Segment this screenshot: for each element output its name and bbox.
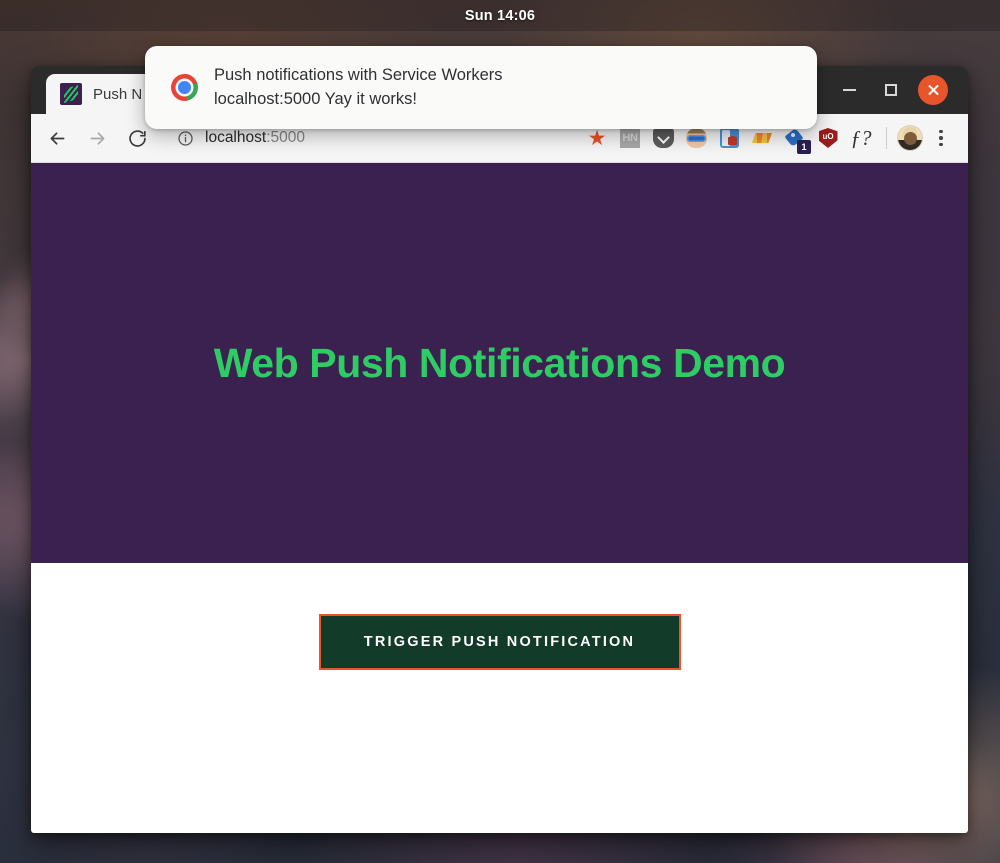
site-info-icon[interactable] (177, 130, 194, 147)
profile-avatar[interactable] (897, 125, 923, 151)
url-text: localhost:5000 (205, 129, 305, 147)
page-title: Web Push Notifications Demo (213, 339, 786, 386)
notification-body: localhost:5000 Yay it works! (214, 90, 417, 108)
ublock-glyph: uO (818, 128, 838, 148)
url-host: localhost (205, 129, 267, 146)
trigger-push-notification-button[interactable]: TRIGGER PUSH NOTIFICATION (318, 614, 681, 670)
three-dot-menu-icon[interactable] (926, 123, 956, 153)
system-clock[interactable]: Sun 14:06 (465, 8, 535, 24)
star-glyph: ★ (587, 126, 607, 150)
window-controls (830, 66, 968, 114)
forward-button[interactable] (77, 118, 117, 158)
hn-glyph: HN (620, 128, 640, 148)
hero-section: Web Push Notifications Demo (31, 163, 968, 563)
system-top-panel: Sun 14:06 (0, 0, 1000, 31)
tab-title: Push N (93, 85, 143, 103)
toolbar-separator (886, 127, 887, 149)
page-body: TRIGGER PUSH NOTIFICATION (31, 563, 968, 670)
url-port: :5000 (266, 129, 305, 146)
pocket-shield-glyph (652, 128, 674, 148)
fq-glyph: ƒ? (850, 125, 872, 150)
notification-title: Push notifications with Service Workers (214, 65, 503, 84)
browser-window: Push N localhost:5000 ★ HN 1 uO ƒ? Web P… (31, 66, 968, 833)
close-icon[interactable] (918, 75, 948, 105)
chrome-logo-icon (171, 74, 198, 101)
back-button[interactable] (37, 118, 77, 158)
ublock-origin-icon[interactable]: uO (813, 123, 843, 153)
goggles-glyph (685, 128, 707, 148)
function-question-icon[interactable]: ƒ? (846, 123, 876, 153)
notification-text: Push notifications with Service Workers … (214, 65, 503, 111)
desktop-notification[interactable]: Push notifications with Service Workers … (145, 46, 817, 129)
tab-favicon-icon (60, 83, 82, 105)
lockdoc-glyph (719, 128, 739, 148)
page-content: Web Push Notifications Demo TRIGGER PUSH… (31, 163, 968, 833)
minimize-button[interactable] (830, 71, 868, 109)
maximize-button[interactable] (872, 71, 910, 109)
triangle-glyph (752, 133, 772, 143)
tag-badge-count: 1 (797, 140, 811, 154)
close-button-wrap[interactable] (914, 71, 952, 109)
